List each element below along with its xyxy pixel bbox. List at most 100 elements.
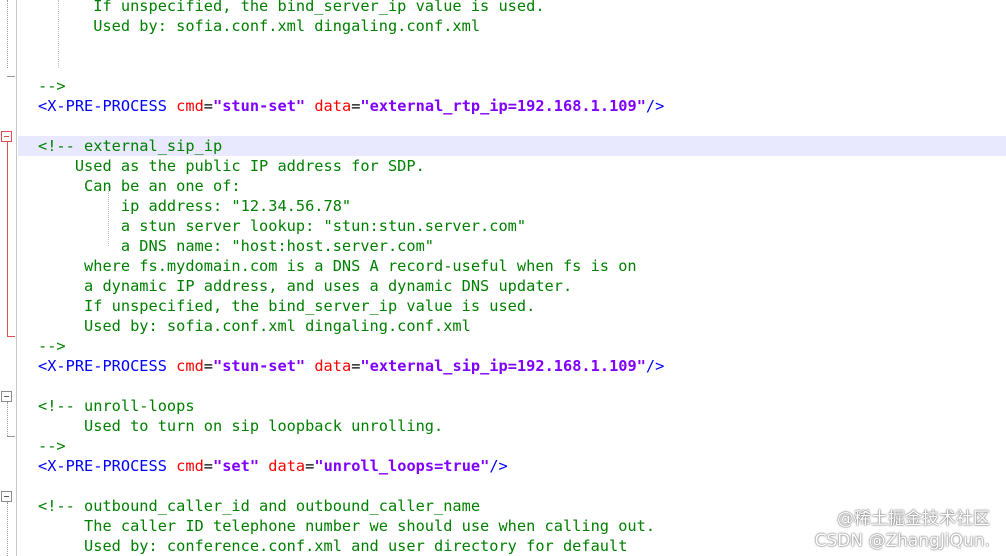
fold-end-marker (7, 436, 15, 437)
comment-text: Used by: conference.conf.xml and user di… (38, 537, 628, 555)
fold-collapse-icon[interactable] (1, 131, 12, 142)
xml-equals: = (305, 457, 315, 475)
code-line[interactable]: ip address: "12.34.56.78" (18, 196, 1006, 216)
comment-text: If unspecified, the bind_server_ip value… (38, 0, 545, 15)
code-line-text: Can be an one of: (38, 176, 241, 196)
comment-text: a DNS name: "host:host.server.com" (38, 237, 435, 255)
code-line-text: Used to turn on sip loopback unrolling. (38, 416, 443, 436)
fold-guide-line-active (7, 142, 8, 336)
code-line[interactable]: If unspecified, the bind_server_ip value… (18, 0, 1006, 16)
code-line-text: The caller ID telephone number we should… (38, 516, 655, 536)
comment-text: --> (38, 337, 66, 355)
xml-attribute-value: "unroll_loops=true" (314, 457, 490, 475)
code-line-text: <!-- outbound_caller_id and outbound_cal… (38, 496, 480, 516)
code-line-text: <X-PRE-PROCESS cmd="stun-set" data="exte… (38, 356, 664, 376)
code-line-text: a DNS name: "host:host.server.com" (38, 236, 434, 256)
code-line-text: Used by: sofia.conf.xml dingaling.conf.x… (38, 316, 471, 336)
code-line[interactable]: --> (18, 436, 1006, 456)
xml-attribute-value: "set" (213, 457, 260, 475)
code-line-text: <X-PRE-PROCESS cmd="set" data="unroll_lo… (38, 456, 508, 476)
code-line[interactable]: If unspecified, the bind_server_ip value… (18, 296, 1006, 316)
xml-tag-close: /> (489, 457, 508, 475)
code-line[interactable]: <X-PRE-PROCESS cmd="stun-set" data="exte… (18, 96, 1006, 116)
xml-attribute-value: "stun-set" (213, 97, 306, 115)
watermark-line-1: @稀土掘金技术社区 (837, 509, 990, 529)
comment-text: a dynamic IP address, and uses a dynamic… (38, 277, 573, 295)
code-line[interactable]: Used by: sofia.conf.xml dingaling.conf.x… (18, 16, 1006, 36)
code-line[interactable]: a stun server lookup: "stun:stun.server.… (18, 216, 1006, 236)
xml-attribute-value: "stun-set" (213, 357, 306, 375)
fold-collapse-icon[interactable] (1, 491, 12, 502)
code-line-text: If unspecified, the bind_server_ip value… (38, 0, 545, 16)
xml-space (305, 97, 314, 115)
xml-space (305, 357, 314, 375)
code-line-text: a dynamic IP address, and uses a dynamic… (38, 276, 572, 296)
code-line-text: <!-- external_sip_ip (38, 136, 222, 156)
fold-collapse-icon[interactable] (1, 391, 12, 402)
comment-text: Used by: sofia.conf.xml dingaling.conf.x… (38, 317, 471, 335)
code-line-text: --> (38, 336, 66, 356)
code-line[interactable]: Used as the public IP address for SDP. (18, 156, 1006, 176)
comment-text: <!-- external_sip_ip (38, 137, 223, 155)
xml-equals: = (203, 357, 214, 375)
code-line[interactable]: --> (18, 336, 1006, 356)
comment-text: ip address: "12.34.56.78" (38, 197, 352, 215)
xml-equals: = (203, 97, 214, 115)
code-line[interactable]: <!-- external_sip_ip (18, 136, 1006, 156)
fold-guide-line (7, 502, 8, 556)
comment-text: --> (38, 77, 66, 95)
code-line-text: --> (38, 436, 66, 456)
watermark: @稀土掘金技术社区 CSDN @ZhangJiQun. (815, 508, 990, 552)
xml-attribute-name: cmd (176, 97, 204, 115)
code-line-text: a stun server lookup: "stun:stun.server.… (38, 216, 526, 236)
code-line[interactable]: <X-PRE-PROCESS cmd="set" data="unroll_lo… (18, 456, 1006, 476)
fold-end-marker (7, 76, 15, 77)
code-line[interactable]: Used to turn on sip loopback unrolling. (18, 416, 1006, 436)
comment-text: The caller ID telephone number we should… (38, 517, 656, 535)
code-line[interactable] (18, 376, 1006, 396)
comment-text: Used as the public IP address for SDP. (38, 157, 425, 175)
code-line-text: Used by: sofia.conf.xml dingaling.conf.x… (38, 16, 480, 36)
comment-text: --> (38, 437, 66, 455)
code-line[interactable] (18, 56, 1006, 76)
xml-tag-open: <X-PRE-PROCESS (38, 457, 177, 475)
comment-text: Used by: sofia.conf.xml dingaling.conf.x… (38, 17, 481, 35)
code-line[interactable]: a DNS name: "host:host.server.com" (18, 236, 1006, 256)
code-line[interactable]: --> (18, 76, 1006, 96)
code-line[interactable] (18, 476, 1006, 496)
code-line-text: <X-PRE-PROCESS cmd="stun-set" data="exte… (38, 96, 664, 116)
code-line-text: Used as the public IP address for SDP. (38, 156, 425, 176)
code-line[interactable]: <!-- unroll-loops (18, 396, 1006, 416)
comment-text: Used to turn on sip loopback unrolling. (38, 417, 444, 435)
comment-text: If unspecified, the bind_server_ip value… (38, 297, 536, 315)
fold-guide-line (7, 402, 8, 436)
code-line[interactable]: Used by: sofia.conf.xml dingaling.conf.x… (18, 316, 1006, 336)
comment-text: a stun server lookup: "stun:stun.server.… (38, 217, 527, 235)
xml-attribute-name: data (268, 457, 306, 475)
comment-text: where fs.mydomain.com is a DNS A record-… (38, 257, 637, 275)
code-line-text: Used by: conference.conf.xml and user di… (38, 536, 627, 556)
xml-tag-close: /> (645, 97, 665, 115)
code-line-text: --> (38, 76, 66, 96)
xml-attribute-value: "external_rtp_ip=192.168.1.109" (360, 97, 646, 115)
code-line-text: If unspecified, the bind_server_ip value… (38, 296, 535, 316)
xml-tag-open: <X-PRE-PROCESS (38, 97, 177, 115)
xml-attribute-value: "external_sip_ip=192.168.1.109" (360, 357, 646, 375)
code-line[interactable]: a dynamic IP address, and uses a dynamic… (18, 276, 1006, 296)
code-line[interactable]: <X-PRE-PROCESS cmd="stun-set" data="exte… (18, 356, 1006, 376)
code-line[interactable]: Can be an one of: (18, 176, 1006, 196)
code-line[interactable] (18, 36, 1006, 56)
comment-text: <!-- outbound_caller_id and outbound_cal… (38, 497, 481, 515)
xml-tag-close: /> (645, 357, 665, 375)
code-editor[interactable]: If unspecified, the bind_server_ip value… (0, 0, 1006, 556)
code-line[interactable]: where fs.mydomain.com is a DNS A record-… (18, 256, 1006, 276)
gutter-border (16, 0, 17, 556)
fold-end-marker-active (7, 336, 15, 337)
code-line-text: ip address: "12.34.56.78" (38, 196, 351, 216)
xml-tag-open: <X-PRE-PROCESS (38, 357, 177, 375)
comment-text: Can be an one of: (38, 177, 241, 195)
code-line[interactable] (18, 116, 1006, 136)
comment-text: <!-- unroll-loops (38, 397, 195, 415)
watermark-line-2: CSDN @ZhangJiQun. (814, 531, 990, 551)
xml-attribute-name: cmd (176, 357, 204, 375)
